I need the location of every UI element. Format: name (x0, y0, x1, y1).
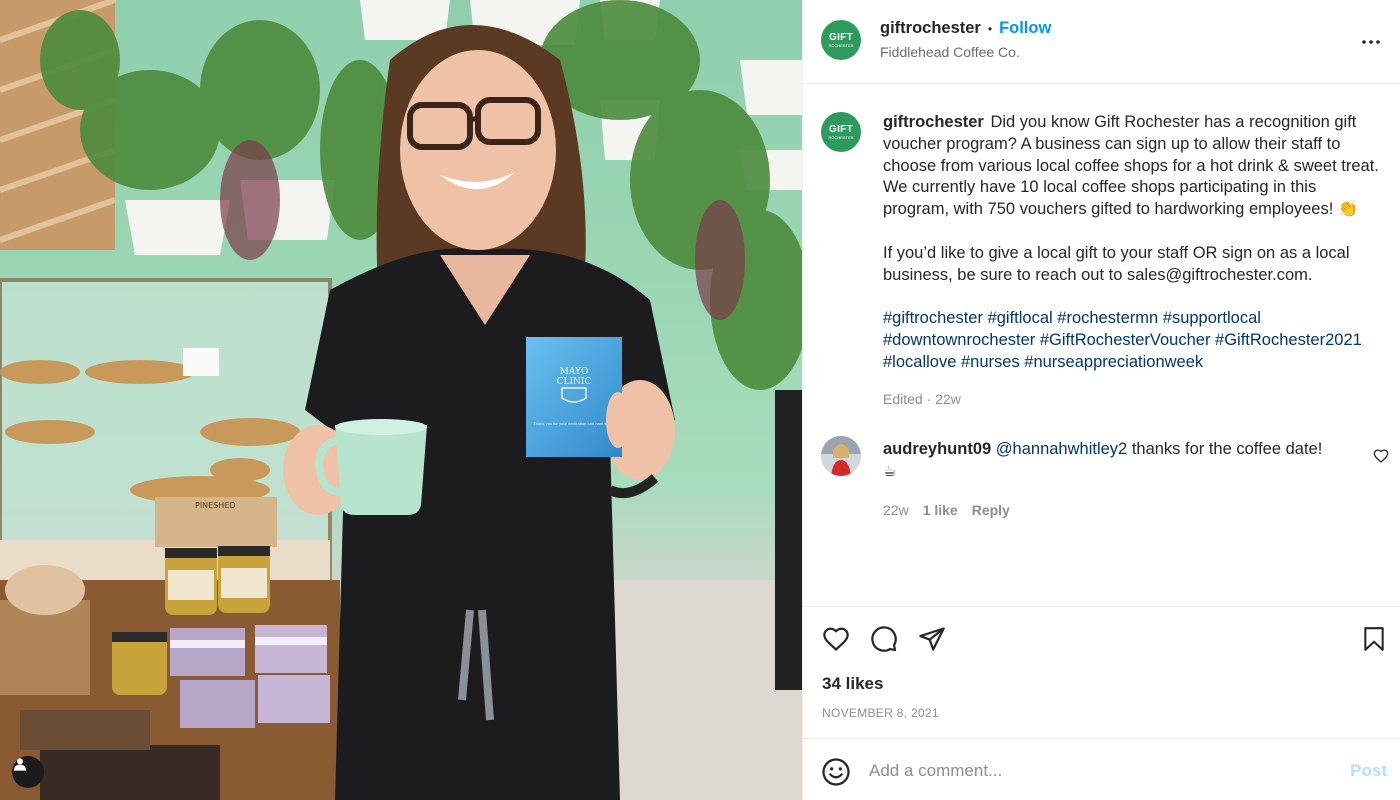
emoji-icon[interactable] (821, 757, 851, 787)
post-photo[interactable]: PINESHED MAYO CLINIC Thank you for your … (0, 0, 802, 800)
hashtag-link[interactable]: #GiftRochesterVoucher (1040, 331, 1211, 349)
commenter-photo (821, 436, 861, 476)
comment-composer: Post (803, 738, 1400, 800)
heart-icon (823, 627, 849, 652)
crate-label: PINESHED (195, 501, 236, 510)
reply-mention[interactable]: @hannahwhitley2 (996, 440, 1127, 458)
reply-comment: audreyhunt09 @hannahwhitley2 thanks for … (883, 438, 1353, 483)
reply-username[interactable]: audreyhunt09 (883, 440, 991, 458)
commenter-avatar[interactable] (821, 436, 861, 476)
save-button[interactable] (1359, 624, 1389, 654)
post-location[interactable]: Fiddlehead Coffee Co. (880, 44, 1020, 60)
caption-hashtags: #giftrochester #giftlocal #rochestermn #… (883, 308, 1383, 373)
caption-avatar[interactable]: GIFT ROCHESTER (821, 112, 861, 152)
comment-input[interactable] (869, 757, 1299, 785)
caption: giftrochester Did you know Gift Rocheste… (883, 112, 1383, 374)
user-icon (14, 758, 26, 771)
author-avatar[interactable]: GIFT ROCHESTER (821, 20, 861, 60)
author-row: giftrochester • Follow (880, 19, 1051, 38)
reply-body: thanks for the coffee date! (1131, 440, 1323, 458)
avatar-text: GIFT (829, 123, 853, 135)
hashtag-link[interactable]: #rochestermn (1057, 309, 1158, 327)
tagged-users-button[interactable] (12, 756, 44, 788)
like-button[interactable] (821, 624, 851, 654)
hashtag-link[interactable]: #giftlocal (988, 309, 1053, 327)
reply-emoji: ☕ (883, 463, 897, 480)
caption-username[interactable]: giftrochester (883, 113, 984, 131)
avatar-text: GIFT (829, 31, 853, 43)
reply-likes[interactable]: 1 like (923, 502, 958, 518)
post-date: NOVEMBER 8, 2021 (822, 706, 939, 720)
caption-edited-meta: Edited · 22w (883, 391, 961, 407)
card-text-line1: MAYO (560, 367, 589, 377)
hashtag-link[interactable]: #locallove (883, 353, 956, 371)
avatar-subtext: ROCHESTER (828, 134, 854, 140)
likes-count[interactable]: 34 likes (822, 674, 883, 694)
comments-section: GIFT ROCHESTER giftrochester Did you kno… (803, 84, 1400, 606)
like-comment-heart-icon[interactable] (1373, 448, 1389, 464)
comment-button[interactable] (869, 624, 899, 654)
post-header: GIFT ROCHESTER giftrochester • Follow Fi… (803, 0, 1400, 84)
comment-bubble-icon (871, 626, 897, 652)
hashtag-link[interactable]: #nurses (961, 353, 1020, 371)
reply-time: 22w (883, 502, 909, 518)
card-text-line2: CLINIC (557, 377, 592, 387)
bookmark-icon (1364, 627, 1384, 651)
send-paper-plane-icon (919, 627, 945, 651)
reply-meta: 22w 1 like Reply (883, 502, 1010, 518)
more-options-button[interactable] (1359, 30, 1383, 54)
post-detail-panel: GIFT ROCHESTER giftrochester • Follow Fi… (802, 0, 1400, 800)
hashtag-link[interactable]: #supportlocal (1163, 309, 1261, 327)
caption-paragraph-2: If you’d like to give a local gift to yo… (883, 243, 1350, 284)
follow-button[interactable]: Follow (999, 19, 1051, 38)
share-button[interactable] (917, 624, 947, 654)
hashtag-link[interactable]: #GiftRochester2021 (1215, 331, 1362, 349)
hashtag-link[interactable]: #nurseappreciationweek (1024, 353, 1203, 371)
post-actions: 34 likes NOVEMBER 8, 2021 (803, 606, 1400, 738)
card-footer: Thank you for your dedication and hard w… (533, 422, 614, 426)
author-username[interactable]: giftrochester (880, 19, 981, 38)
hashtag-link[interactable]: #downtownrochester (883, 331, 1035, 349)
photo-illustration: PINESHED MAYO CLINIC Thank you for your … (0, 0, 802, 800)
separator-dot: • (987, 21, 993, 36)
avatar-subtext: ROCHESTER (828, 42, 854, 48)
hashtag-link[interactable]: #giftrochester (883, 309, 983, 327)
more-horizontal-icon (1362, 40, 1380, 44)
post-comment-button[interactable]: Post (1350, 761, 1387, 781)
reply-button[interactable]: Reply (972, 502, 1010, 518)
